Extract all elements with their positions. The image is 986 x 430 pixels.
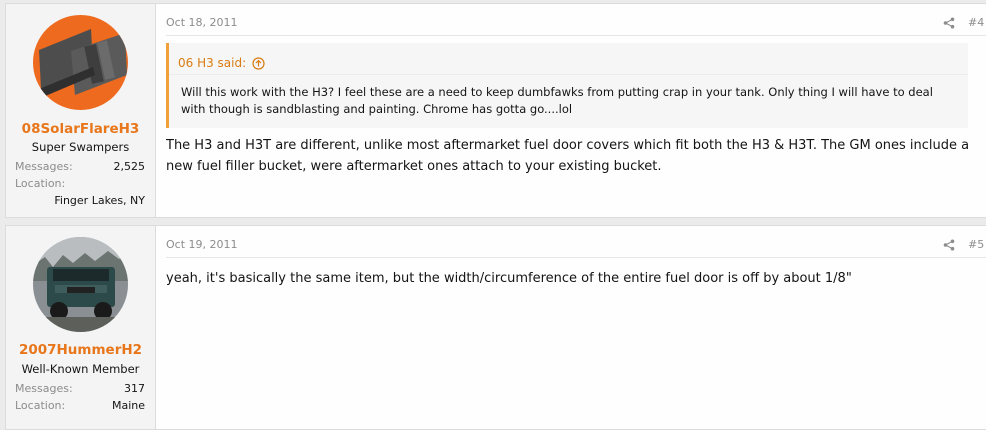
messages-value: 2,525 bbox=[113, 160, 146, 173]
post: 2007HummerH2 Well-Known Member Messages:… bbox=[5, 225, 986, 430]
header-divider bbox=[166, 35, 986, 36]
post-number[interactable]: #4 bbox=[968, 16, 984, 29]
avatar-image bbox=[33, 237, 128, 332]
post-number[interactable]: #5 bbox=[968, 238, 984, 251]
post-date[interactable]: Oct 19, 2011 bbox=[166, 238, 238, 251]
post: 08SolarFlareH3 Super Swampers Messages: … bbox=[5, 3, 986, 218]
post-message: yeah, it's basically the same item, but … bbox=[166, 271, 852, 286]
user-title: Well-Known Member bbox=[21, 362, 140, 376]
quote-author[interactable]: 06 H3 said: bbox=[178, 56, 246, 70]
post-date[interactable]: Oct 18, 2011 bbox=[166, 16, 238, 29]
messages-label: Messages: bbox=[15, 160, 73, 173]
avatar[interactable] bbox=[33, 15, 128, 110]
messages-stat: Messages: 317 bbox=[15, 382, 145, 395]
messages-stat: Messages: 2,525 bbox=[15, 160, 145, 173]
messages-value: 317 bbox=[124, 382, 145, 395]
avatar-image bbox=[33, 15, 128, 110]
quote-header[interactable]: 06 H3 said: bbox=[178, 52, 265, 74]
post-message: The H3 and H3T are different, unlike mos… bbox=[166, 138, 970, 174]
location-label: Location: bbox=[15, 399, 66, 412]
location-stat: Location: bbox=[15, 177, 145, 190]
jump-to-quote-icon[interactable] bbox=[252, 56, 265, 70]
location-label: Location: bbox=[15, 177, 66, 190]
user-title: Super Swampers bbox=[31, 140, 130, 154]
share-icon[interactable] bbox=[943, 17, 955, 29]
location-value: Finger Lakes, NY bbox=[54, 194, 145, 207]
messages-label: Messages: bbox=[15, 382, 73, 395]
username[interactable]: 2007HummerH2 bbox=[6, 342, 155, 358]
user-panel: 08SolarFlareH3 Super Swampers Messages: … bbox=[6, 4, 156, 217]
avatar[interactable] bbox=[33, 237, 128, 332]
share-icon[interactable] bbox=[943, 239, 955, 251]
quote-block: 06 H3 said: Will this work with the H3? … bbox=[166, 43, 968, 128]
location-stat: Location: Maine bbox=[15, 399, 145, 412]
header-divider bbox=[166, 257, 986, 258]
username[interactable]: 08SolarFlareH3 bbox=[6, 121, 155, 137]
user-panel: 2007HummerH2 Well-Known Member Messages:… bbox=[6, 226, 156, 429]
location-value: Maine bbox=[111, 399, 145, 412]
quote-text: Will this work with the H3? I feel these… bbox=[169, 74, 968, 128]
